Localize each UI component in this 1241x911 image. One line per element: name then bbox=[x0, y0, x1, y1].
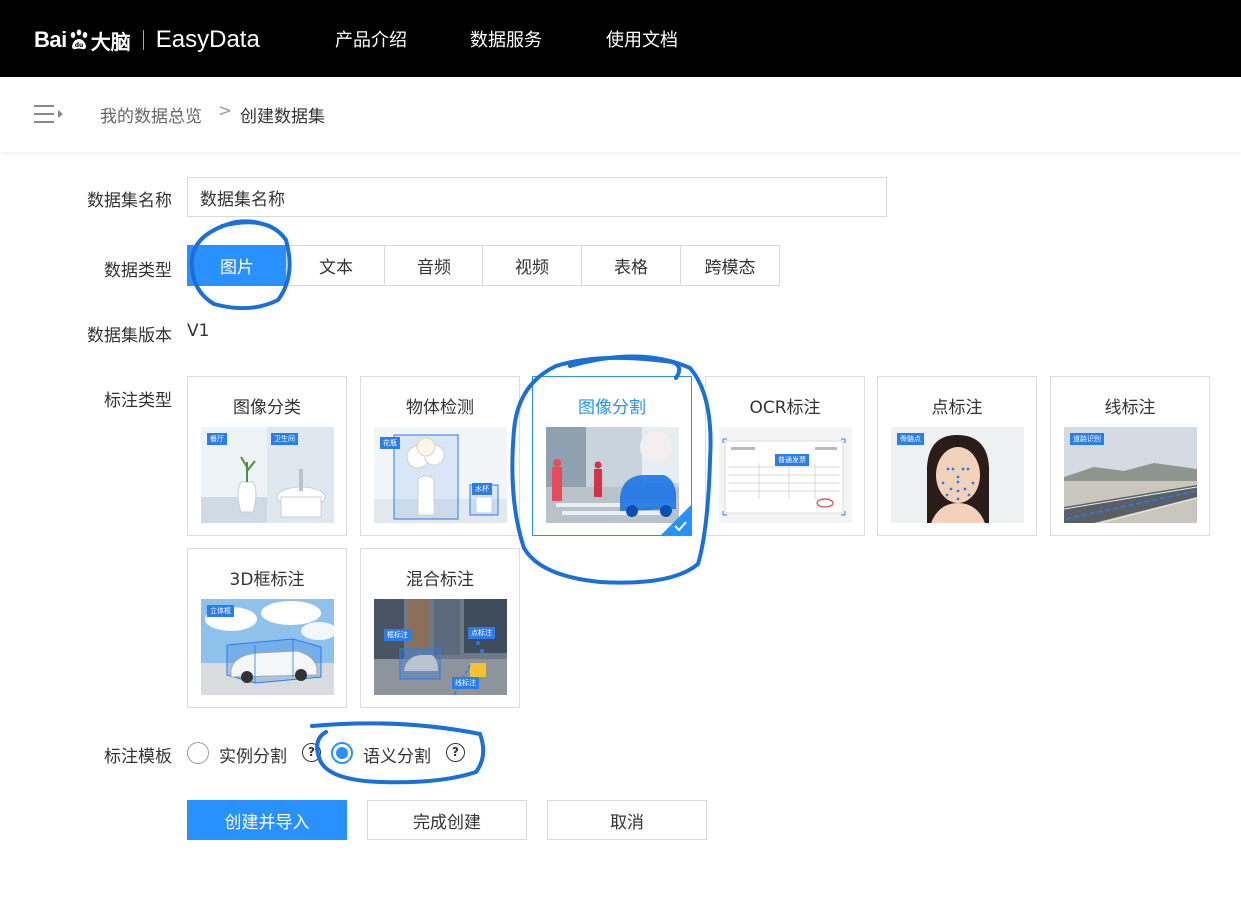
object-detection-thumbnail: 花瓶 水杯 bbox=[374, 427, 507, 523]
card-tag: 立体框 bbox=[207, 605, 234, 617]
card-title: 线标注 bbox=[1104, 398, 1156, 418]
semantic-seg-help-icon[interactable]: ? bbox=[446, 743, 465, 762]
card-title: 混合标注 bbox=[406, 570, 474, 590]
dataset-name-input[interactable] bbox=[187, 177, 887, 217]
card-tag: 餐厅 bbox=[207, 433, 227, 445]
nav-data-service[interactable]: 数据服务 bbox=[470, 26, 542, 52]
baidu-easydata-logo[interactable]: Bai du 大脑 EasyData bbox=[34, 22, 260, 58]
logo-bai-text: Bai bbox=[34, 27, 67, 52]
selected-check-icon bbox=[661, 505, 691, 535]
type-tab-cross-modal[interactable]: 跨模态 bbox=[680, 245, 780, 286]
dataset-version-value: V1 bbox=[187, 321, 210, 341]
template-semantic-seg-label[interactable]: 语义分割 bbox=[363, 742, 431, 767]
nav-docs[interactable]: 使用文档 bbox=[606, 26, 678, 52]
template-instance-seg-label[interactable]: 实例分割 bbox=[219, 742, 287, 767]
instance-seg-help-icon[interactable]: ? bbox=[302, 743, 321, 762]
baidu-paw-icon: du bbox=[70, 29, 88, 50]
card-title: 3D框标注 bbox=[229, 570, 305, 590]
svg-text:du: du bbox=[74, 42, 83, 49]
dataset-name-label: 数据集名称 bbox=[87, 191, 172, 211]
card-tag: 花瓶 bbox=[380, 437, 400, 449]
card-tag: 普通发票 bbox=[775, 454, 809, 466]
3d-box-thumbnail: 立体框 bbox=[201, 599, 334, 695]
image-segmentation-thumbnail bbox=[546, 427, 679, 523]
annotation-card-keypoint[interactable]: 点标注 骨骼点 bbox=[877, 376, 1037, 536]
annotation-card-image-classification[interactable]: 图像分类 餐厅 卫生间 bbox=[187, 376, 347, 536]
logo-danao-text: 大脑 bbox=[90, 29, 131, 54]
top-header: Bai du 大脑 EasyData 产品介绍 数据服务 使用文档 bbox=[0, 0, 1241, 77]
card-title: 图像分割 bbox=[578, 398, 646, 418]
annotation-card-3d-box[interactable]: 3D框标注 立体框 bbox=[187, 548, 347, 708]
card-tag: 骨骼点 bbox=[897, 433, 924, 445]
finish-create-button[interactable]: 完成创建 bbox=[367, 800, 527, 840]
card-tag: 点标注 bbox=[468, 627, 495, 639]
logo-divider bbox=[142, 30, 144, 50]
breadcrumb: 我的数据总览 > 创建数据集 bbox=[0, 77, 1241, 152]
type-tab-image[interactable]: 图片 bbox=[187, 245, 287, 286]
card-tag: 线标注 bbox=[452, 677, 479, 689]
card-tag: 框标注 bbox=[384, 629, 411, 641]
annotation-card-object-detection[interactable]: 物体检测 花瓶 水杯 bbox=[360, 376, 520, 536]
annotation-card-ocr[interactable]: OCR标注 普通发票 bbox=[705, 376, 865, 536]
data-type-label: 数据类型 bbox=[104, 261, 172, 281]
annotation-card-image-segmentation[interactable]: 图像分割 bbox=[532, 376, 692, 536]
annotation-card-polyline[interactable]: 线标注 道路识别 bbox=[1050, 376, 1210, 536]
template-semantic-seg-radio[interactable] bbox=[331, 742, 353, 764]
card-title: 点标注 bbox=[931, 398, 983, 418]
nav-product-intro[interactable]: 产品介绍 bbox=[335, 26, 407, 52]
card-title: OCR标注 bbox=[749, 398, 821, 418]
type-tab-table[interactable]: 表格 bbox=[581, 245, 681, 286]
card-tag: 卫生间 bbox=[271, 433, 298, 445]
keypoint-thumbnail: 骨骼点 bbox=[891, 427, 1024, 523]
annotation-type-label: 标注类型 bbox=[104, 391, 172, 411]
cancel-button[interactable]: 取消 bbox=[547, 800, 707, 840]
annotation-card-mixed[interactable]: 混合标注 框标注 点标注 线标注 bbox=[360, 548, 520, 708]
breadcrumb-separator: > bbox=[218, 101, 233, 121]
card-title: 图像分类 bbox=[233, 398, 301, 418]
logo-product-name: EasyData bbox=[155, 26, 260, 53]
card-title: 物体检测 bbox=[406, 398, 474, 418]
template-instance-seg-radio[interactable] bbox=[187, 742, 209, 764]
type-tab-video[interactable]: 视频 bbox=[482, 245, 582, 286]
breadcrumb-my-datasets[interactable]: 我的数据总览 bbox=[100, 102, 202, 127]
image-classification-thumbnail: 餐厅 卫生间 bbox=[201, 427, 334, 523]
mixed-annotation-thumbnail: 框标注 点标注 线标注 bbox=[374, 599, 507, 695]
annotation-template-label: 标注模板 bbox=[104, 747, 172, 767]
dataset-version-label: 数据集版本 bbox=[87, 326, 172, 346]
type-tab-audio[interactable]: 音频 bbox=[384, 245, 484, 286]
polyline-thumbnail: 道路识别 bbox=[1064, 427, 1197, 523]
breadcrumb-current: 创建数据集 bbox=[240, 107, 325, 127]
card-tag: 道路识别 bbox=[1070, 433, 1104, 445]
type-tab-text[interactable]: 文本 bbox=[286, 245, 386, 286]
card-tag: 水杯 bbox=[472, 483, 492, 495]
menu-collapse-icon[interactable] bbox=[34, 103, 66, 125]
ocr-thumbnail: 普通发票 bbox=[719, 427, 852, 523]
create-and-import-button[interactable]: 创建并导入 bbox=[187, 800, 347, 840]
